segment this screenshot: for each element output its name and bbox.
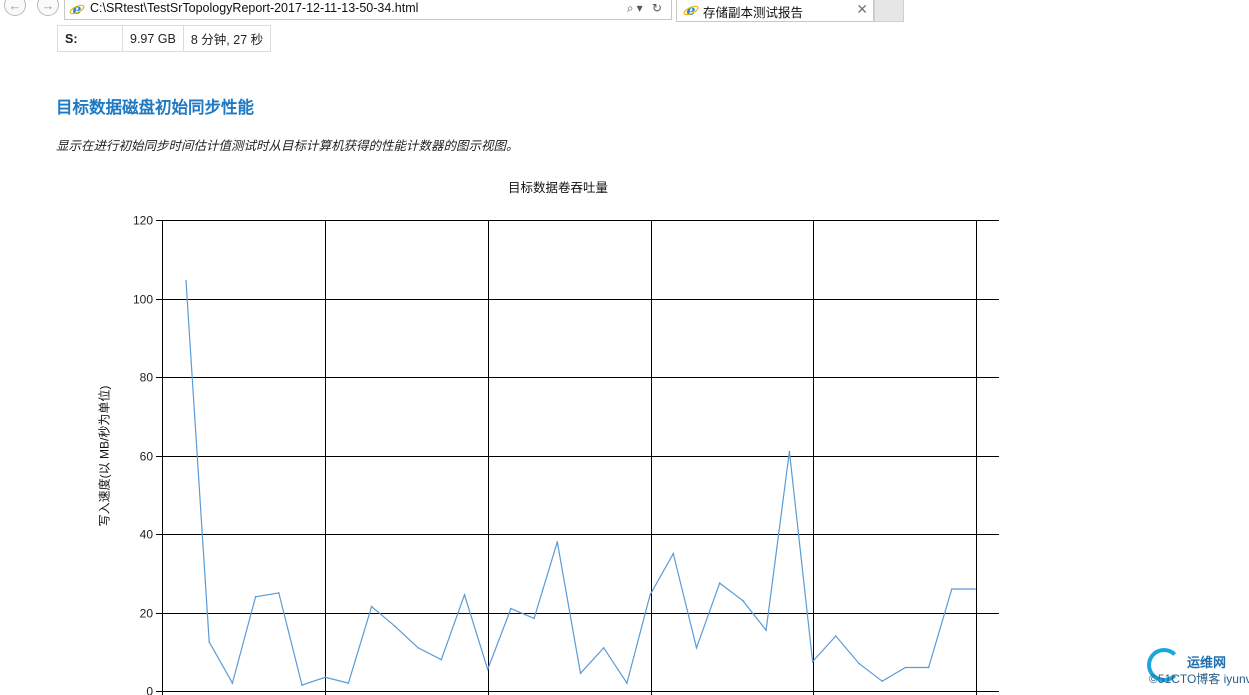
data-point <box>185 280 187 282</box>
data-point <box>788 450 791 453</box>
data-point <box>231 682 234 684</box>
data-point <box>556 541 559 543</box>
data-point <box>254 596 257 598</box>
data-point <box>533 617 535 620</box>
data-point <box>626 682 628 684</box>
data-point <box>417 647 419 649</box>
data-point <box>765 629 767 631</box>
data-point <box>510 607 512 610</box>
data-point <box>208 641 210 643</box>
data-point <box>951 588 953 590</box>
data-point <box>602 647 605 649</box>
data-point <box>695 647 698 649</box>
throughput-chart: 0 20 40 60 80 100 120 <box>133 214 999 695</box>
y-tick-label: 100 <box>133 293 153 307</box>
watermark-name: 运维网 <box>1187 655 1227 670</box>
data-point <box>835 635 837 637</box>
data-point <box>927 666 930 669</box>
data-point <box>974 588 976 590</box>
data-point <box>742 599 744 602</box>
data-point <box>301 684 303 686</box>
data-point <box>278 592 280 594</box>
data-point <box>440 658 443 661</box>
y-tick-label: 20 <box>140 607 154 621</box>
series-line <box>185 280 975 686</box>
data-point <box>394 625 396 627</box>
y-tick-label: 120 <box>133 214 153 228</box>
data-point <box>463 594 466 596</box>
watermark-site: ©51CTO博客 iyunv.com <box>1149 672 1249 686</box>
data-point <box>672 552 675 555</box>
y-tick-label: 80 <box>140 371 154 385</box>
y-tick-label: 40 <box>140 528 154 542</box>
data-point <box>486 668 489 671</box>
y-tick-label: 0 <box>146 685 153 695</box>
data-point <box>811 660 814 663</box>
data-point <box>370 605 373 608</box>
y-tick-label: 60 <box>140 450 154 464</box>
data-point <box>718 582 721 584</box>
data-point <box>858 662 860 665</box>
data-point <box>324 676 327 679</box>
data-point <box>881 680 883 682</box>
data-point <box>649 594 651 596</box>
data-point <box>579 672 582 675</box>
watermark: 运维网 ©51CTO博客 iyunv.com <box>1145 646 1249 695</box>
data-point <box>347 682 350 684</box>
data-point <box>904 666 907 669</box>
